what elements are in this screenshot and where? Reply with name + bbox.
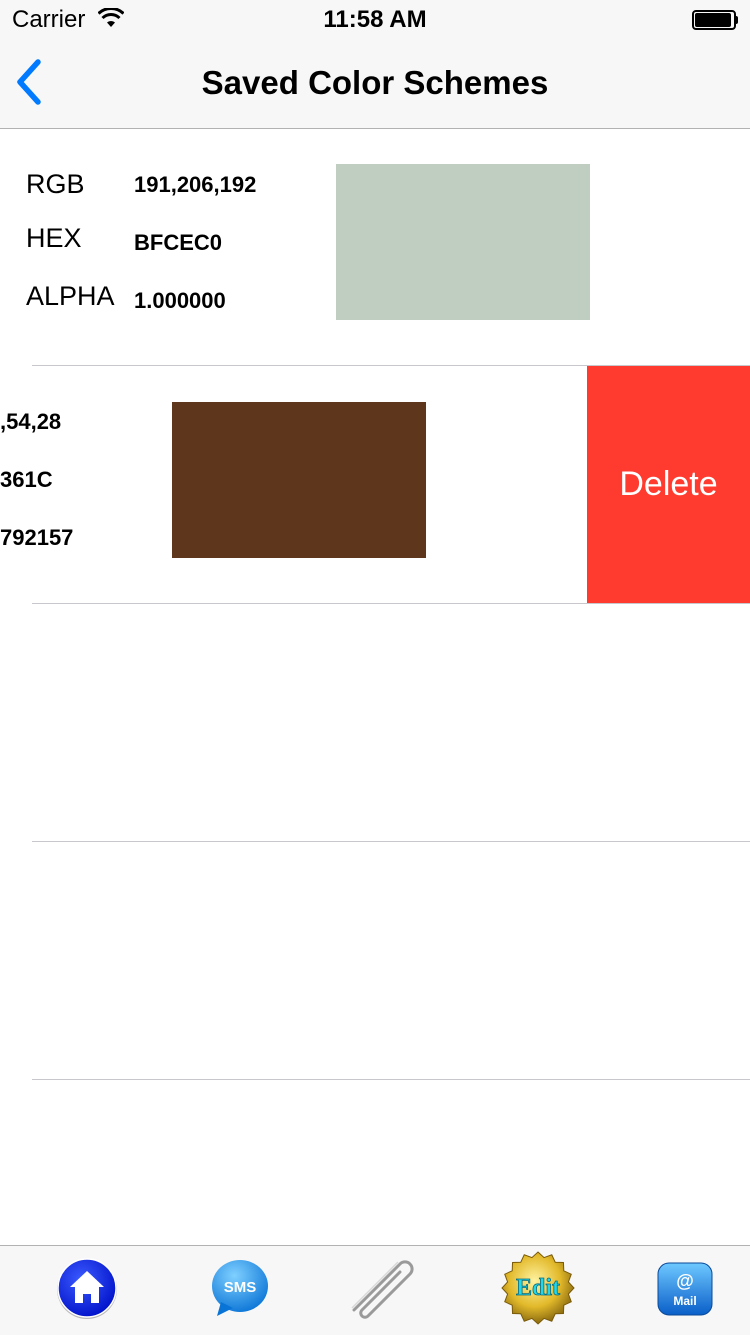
navigation-bar: Saved Color Schemes <box>0 40 750 129</box>
rgb-value: 191,206,192 <box>134 172 257 197</box>
mail-icon: @ Mail <box>657 1262 713 1316</box>
attach-button[interactable] <box>346 1256 422 1322</box>
edit-button[interactable]: Edit <box>500 1251 576 1325</box>
status-bar: Carrier 11:58 AM <box>0 0 750 40</box>
status-time: 11:58 AM <box>323 6 427 33</box>
alpha-label: ALPHA <box>26 281 115 311</box>
mail-button[interactable]: @ Mail <box>656 1261 714 1317</box>
row-separator <box>32 841 750 842</box>
home-button[interactable] <box>54 1256 120 1322</box>
rgb-value: ,54,28 <box>0 409 62 434</box>
mail-at-symbol: @ <box>676 1271 694 1291</box>
hex-label: HEX <box>26 223 82 253</box>
mail-label: Mail <box>673 1294 696 1308</box>
color-swatch <box>172 402 426 558</box>
hex-value: BFCEC0 <box>134 230 223 255</box>
paperclip-icon <box>351 1260 414 1319</box>
gear-badge-icon: Edit <box>501 1251 575 1325</box>
alpha-value: 792157 <box>0 525 74 550</box>
sms-icon: SMS <box>212 1260 268 1316</box>
row-content: ,54,28 361C 792157 <box>0 366 586 603</box>
row-separator <box>32 1079 750 1080</box>
alpha-value: 1.000000 <box>134 288 226 313</box>
delete-button[interactable]: Delete <box>587 366 750 603</box>
row-separator <box>32 603 750 604</box>
color-scheme-row[interactable]: RGB 191,206,192 HEX BFCEC0 ALPHA 1.00000… <box>0 129 750 366</box>
hex-value: 361C <box>0 467 53 492</box>
page-title: Saved Color Schemes <box>201 64 549 101</box>
bottom-toolbar: SMS Edit @ Mail <box>0 1245 750 1335</box>
home-icon <box>57 1258 117 1319</box>
battery-icon <box>692 10 738 30</box>
edit-label: Edit <box>516 1275 560 1301</box>
color-swatch <box>336 164 590 320</box>
sms-button[interactable]: SMS <box>207 1256 273 1322</box>
sms-label: SMS <box>224 1279 257 1296</box>
color-scheme-row-swiped[interactable]: ,54,28 361C 792157 Delete <box>0 366 750 603</box>
rgb-label: RGB <box>26 169 85 199</box>
